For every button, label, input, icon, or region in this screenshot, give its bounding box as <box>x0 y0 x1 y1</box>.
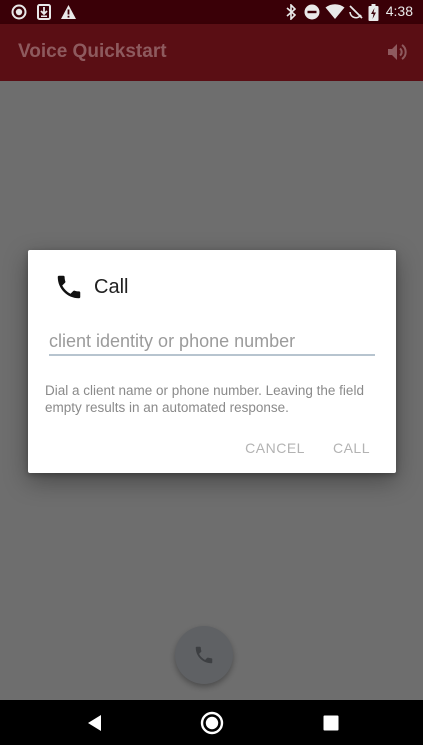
dialog-actions: CANCEL CALL <box>245 438 370 458</box>
home-button[interactable] <box>200 711 224 735</box>
app-title: Voice Quickstart <box>18 41 167 62</box>
call-dialog: Call Dial a client name or phone number.… <box>28 250 396 473</box>
volume-icon <box>388 44 407 60</box>
dialog-title: Call <box>94 276 129 298</box>
recents-button[interactable] <box>319 711 343 735</box>
call-fab-button[interactable] <box>175 626 233 684</box>
cancel-button[interactable]: CANCEL <box>245 438 305 458</box>
back-icon <box>88 715 101 731</box>
app-bar: Voice Quickstart <box>0 24 423 81</box>
battery-icon <box>368 4 379 26</box>
download-icon <box>37 4 51 25</box>
warning-icon <box>60 4 77 25</box>
phone-screen: 4:38 Voice Quickstart Call client identi… <box>0 0 423 745</box>
status-bar: 4:38 <box>0 0 423 24</box>
recents-icon <box>323 715 339 731</box>
dialog-help-text: Dial a client name or phone number. Leav… <box>45 383 364 415</box>
do-not-disturb-off-icon <box>349 4 363 25</box>
status-time: 4:38 <box>385 3 413 19</box>
call-button[interactable]: CALL <box>333 438 370 458</box>
home-icon <box>200 711 224 735</box>
phone-icon <box>54 272 84 302</box>
bluetooth-icon <box>286 3 297 25</box>
back-button[interactable] <box>83 711 107 735</box>
client-identity-input[interactable] <box>49 330 375 356</box>
volume-button[interactable] <box>385 40 411 66</box>
navigation-bar <box>0 700 423 745</box>
phone-icon <box>195 646 213 664</box>
do-not-disturb-icon <box>304 4 320 25</box>
wifi-icon <box>325 4 345 25</box>
record-icon <box>11 4 27 25</box>
